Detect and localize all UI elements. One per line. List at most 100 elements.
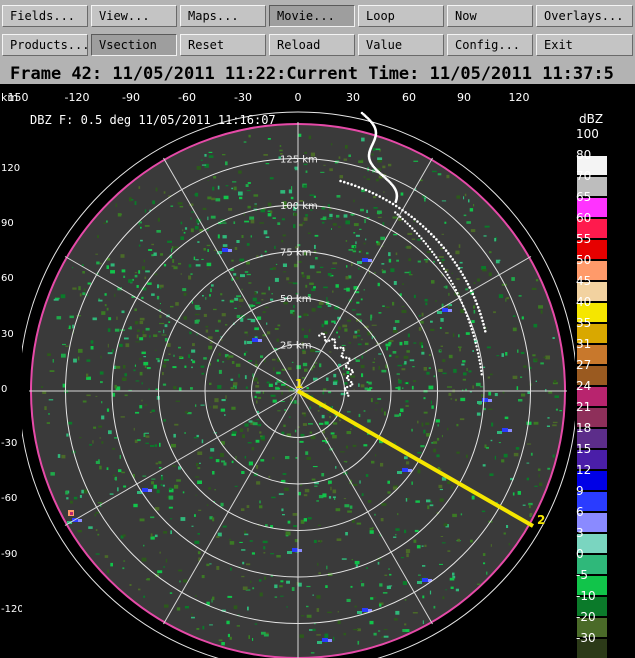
- exit-button[interactable]: Exit: [536, 34, 633, 56]
- color-scale-label: 12: [576, 463, 592, 477]
- range-ring-label: 75 km: [280, 248, 311, 259]
- toolbar: Fields... View... Maps... Movie... Loop Now Ov…: [0, 0, 635, 62]
- radar-display[interactable]: 25 km 50 km 75 km 100 km 125 km 1 2 DBZ F: 0.5…: [22, 108, 575, 658]
- frame-status-bar: Frame 42: 11/05/2011 11:22:Current Time:…: [0, 62, 635, 84]
- color-scale-label: -10: [576, 589, 596, 603]
- echo-cell: [508, 429, 512, 432]
- color-scale-label: 45: [576, 274, 592, 288]
- left-axis-tick-label: -30: [1, 438, 18, 449]
- color-scale-title: dBZ: [579, 112, 604, 126]
- echo-cell: [247, 341, 252, 344]
- top-axis-tick-label: 150: [7, 91, 29, 104]
- top-axis-tick-label: 30: [346, 91, 360, 104]
- color-scale-label: 15: [576, 442, 592, 456]
- overlays-button[interactable]: Overlays...: [536, 5, 633, 27]
- color-scale-legend: dBZ 100 80 70 65 60 55 50 45 40 35 31 27 24 21 18 15 12 9…: [575, 108, 635, 658]
- left-axis-tick-label: 30: [1, 329, 14, 340]
- movie-button[interactable]: Movie...: [269, 5, 355, 27]
- color-scale-label: -5: [576, 568, 588, 582]
- vsection-point-label: 1: [295, 377, 303, 391]
- echo-cell: [362, 258, 368, 262]
- products-button[interactable]: Products...: [2, 34, 88, 56]
- echo-cell: [502, 428, 508, 432]
- top-axis-tick-label: -90: [122, 91, 140, 104]
- range-ring-label: 25 km: [280, 341, 311, 352]
- color-scale-label: 27: [576, 358, 592, 372]
- color-scale-label: 0: [576, 547, 584, 561]
- left-axis-tick-label: 90: [1, 218, 14, 229]
- color-scale-label: 24: [576, 379, 592, 393]
- top-axis-tick-label: -60: [178, 91, 196, 104]
- range-ring-label: 125 km: [280, 155, 318, 166]
- color-scale-label: 3: [576, 526, 584, 540]
- top-axis-tick-label: -120: [64, 91, 90, 104]
- color-scale-label: 40: [576, 295, 592, 309]
- range-ring-label: 50 km: [280, 294, 311, 305]
- echo-cell: [437, 311, 442, 314]
- top-axis: km 150 -120 -90 -60 -30 0 30 60 90 120: [0, 84, 575, 108]
- reload-button[interactable]: Reload: [269, 34, 355, 56]
- echo-cell: [477, 401, 482, 404]
- echo-cell: [368, 259, 372, 262]
- echo-cell: [222, 248, 228, 252]
- ppi-radar-plot[interactable]: 25 km 50 km 75 km 100 km 125 km 1 2: [22, 108, 575, 658]
- top-axis-tick-label: 90: [457, 91, 471, 104]
- color-scale-label: 80: [576, 148, 592, 162]
- echo-cell: [287, 551, 292, 554]
- echo-cell: [402, 468, 408, 472]
- color-scale-label: 60: [576, 211, 592, 225]
- color-scale-label: 6: [576, 505, 584, 519]
- echo-cell: [258, 339, 262, 342]
- range-ring-label: 100 km: [280, 201, 318, 212]
- echo-cell: [228, 249, 232, 252]
- left-axis-tick-label: -90: [1, 549, 18, 560]
- top-axis-tick-label: 120: [508, 91, 530, 104]
- color-scale-label: 18: [576, 421, 592, 435]
- echo-cell: [482, 398, 488, 402]
- left-axis-tick-label: -60: [1, 493, 18, 504]
- echo-cell: [497, 431, 502, 434]
- left-axis-tick-label: 60: [1, 273, 14, 284]
- echo-cell: [148, 489, 152, 492]
- color-scale-label: 9: [576, 484, 584, 498]
- echo-cell: [70, 512, 73, 515]
- top-axis-tick-label: -30: [234, 91, 252, 104]
- echo-cell: [417, 581, 422, 584]
- echo-cell: [442, 308, 448, 312]
- left-axis-tick-label: -120: [1, 604, 24, 615]
- config-button[interactable]: Config...: [447, 34, 533, 56]
- fields-button[interactable]: Fields...: [2, 5, 88, 27]
- reset-button[interactable]: Reset: [180, 34, 266, 56]
- echo-cell: [328, 639, 332, 642]
- left-axis-tick-label: 0: [1, 384, 8, 395]
- echo-cell: [488, 399, 492, 402]
- echo-cell: [142, 488, 148, 492]
- frame-status-text: Frame 42: 11/05/2011 11:22:Current Time:…: [10, 64, 614, 84]
- color-scale-label: -20: [576, 610, 596, 624]
- echo-cell: [317, 641, 322, 644]
- echo-cell: [448, 309, 452, 312]
- top-axis-tick-label: 0: [294, 91, 302, 104]
- color-scale-label: -30: [576, 631, 596, 645]
- color-scale-label: 55: [576, 232, 592, 246]
- value-button[interactable]: Value: [358, 34, 444, 56]
- maps-button[interactable]: Maps...: [180, 5, 266, 27]
- echo-cell: [322, 638, 328, 642]
- echo-cell: [422, 578, 428, 582]
- echo-cell: [252, 338, 258, 342]
- now-button[interactable]: Now: [447, 5, 533, 27]
- left-axis-tick-label: 120: [1, 163, 21, 174]
- color-scale-label: 50: [576, 253, 592, 267]
- color-scale-label: 31: [576, 337, 592, 351]
- echo-cell: [362, 608, 368, 612]
- echo-cell: [357, 611, 362, 614]
- loop-button[interactable]: Loop: [358, 5, 444, 27]
- color-scale-label: 65: [576, 190, 592, 204]
- top-axis-tick-label: 60: [402, 91, 416, 104]
- color-scale-label: 100: [576, 127, 599, 141]
- vsection-button[interactable]: Vsection: [91, 34, 177, 56]
- echo-cell: [78, 519, 82, 522]
- color-scale-label: 70: [576, 169, 592, 183]
- view-button[interactable]: View...: [91, 5, 177, 27]
- left-axis: 120 90 60 30 0 -30 -60 -90 -120: [0, 108, 24, 658]
